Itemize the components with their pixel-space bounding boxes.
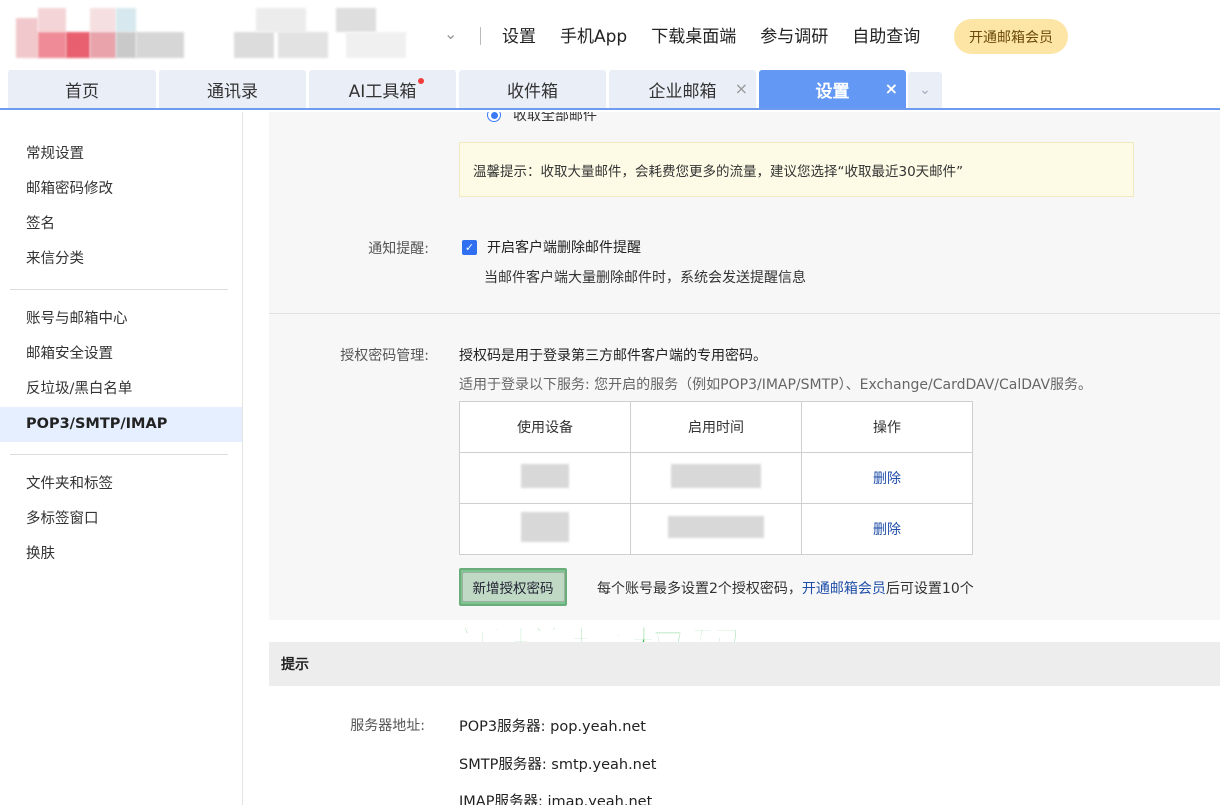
column-header-action: 操作 — [801, 401, 973, 453]
tab-label: 企业邮箱 — [648, 81, 717, 102]
add-auth-code-label: 新增授权密码 — [461, 572, 565, 602]
tab-label: 首页 — [65, 81, 99, 102]
auth-note: 适用于登录以下服务: 您开启的服务（例如POP3/IMAP/SMTP）、Exch… — [459, 377, 1093, 393]
tab-label: 设置 — [815, 81, 850, 102]
blurred-logo — [16, 8, 426, 60]
hint-title: 提示 — [281, 657, 309, 673]
blurred-device — [521, 464, 569, 488]
sidebar-item-password-change[interactable]: 邮箱密码修改 — [0, 172, 242, 207]
fetch-all-option[interactable]: 收取全部邮件 — [487, 112, 597, 125]
time-cell — [630, 503, 802, 555]
table-header-row: 使用设备 启用时间 操作 — [459, 401, 973, 453]
device-cell — [459, 452, 631, 504]
radio-selected-icon[interactable] — [487, 112, 501, 122]
header-link-self-service[interactable]: 自助查询 — [852, 22, 920, 47]
sidebar-item-signature[interactable]: 签名 — [0, 207, 242, 242]
column-header-enabled-time: 启用时间 — [630, 401, 802, 453]
top-bar: ⌄ 设置 手机App 下载桌面端 参与调研 自助查询 开通邮箱会员 — [0, 0, 1220, 70]
tab-settings[interactable]: 设置 × — [759, 70, 906, 108]
notification-dot-icon — [418, 78, 424, 84]
header-link-survey[interactable]: 参与调研 — [760, 22, 828, 47]
sidebar-item-skin[interactable]: 换肤 — [0, 537, 242, 572]
close-icon[interactable]: × — [735, 79, 748, 98]
vip-link[interactable]: 开通邮箱会员 — [802, 581, 886, 597]
pop3-server: POP3服务器: pop.yeah.net — [459, 719, 646, 735]
checkbox-checked-icon[interactable]: ✓ — [462, 239, 477, 255]
column-header-device: 使用设备 — [459, 401, 631, 453]
delete-link[interactable]: 删除 — [873, 471, 901, 487]
sidebar-item-antispam[interactable]: 反垃圾/黑白名单 — [0, 372, 242, 407]
chevron-down-icon[interactable]: ⌄ — [444, 24, 457, 43]
tab-label: 收件箱 — [507, 81, 558, 102]
header-divider — [480, 27, 481, 45]
more-tabs-chevron-icon[interactable]: ⌄ — [908, 72, 942, 108]
blurred-time — [668, 516, 764, 538]
blurred-time — [671, 464, 761, 488]
delete-link[interactable]: 删除 — [873, 522, 901, 538]
action-cell: 删除 — [801, 503, 973, 555]
tab-bar: 首页 通讯录 AI工具箱 收件箱 企业邮箱 × 设置 × ⌄ — [0, 70, 1220, 110]
header-link-settings[interactable]: 设置 — [502, 22, 536, 47]
notify-subtext: 当邮件客户端大量删除邮件时，系统会发送提醒信息 — [484, 270, 806, 286]
sidebar-item-account-center[interactable]: 账号与邮箱中心 — [0, 302, 242, 337]
settings-sidebar: 常规设置 邮箱密码修改 签名 来信分类 账号与邮箱中心 邮箱安全设置 反垃圾/黑… — [0, 112, 243, 805]
auth-code-table: 使用设备 启用时间 操作 删除 删除 — [459, 401, 973, 555]
table-row: 删除 — [459, 503, 973, 555]
auth-limit-text-after: 后可设置10个 — [885, 581, 974, 597]
auth-limit-text: 每个账号最多设置2个授权密码， — [597, 581, 802, 597]
smtp-server: SMTP服务器: smtp.yeah.net — [459, 757, 657, 773]
sidebar-item-mail-classification[interactable]: 来信分类 — [0, 242, 242, 277]
close-icon[interactable]: × — [885, 79, 898, 98]
tab-enterprise-mail[interactable]: 企业邮箱 × — [609, 70, 756, 108]
sidebar-group-general: 常规设置 邮箱密码修改 签名 来信分类 — [0, 137, 242, 277]
sidebar-item-security[interactable]: 邮箱安全设置 — [0, 337, 242, 372]
action-cell: 删除 — [801, 452, 973, 504]
notify-label: 通知提醒: — [368, 241, 429, 257]
time-cell — [630, 452, 802, 504]
hint-section-header: 提示 — [269, 642, 1220, 686]
tab-inbox[interactable]: 收件箱 — [459, 70, 606, 108]
sidebar-group-account: 账号与邮箱中心 邮箱安全设置 反垃圾/黑白名单 POP3/SMTP/IMAP — [0, 302, 242, 442]
imap-server: IMAP服务器: imap.yeah.net — [459, 794, 653, 805]
sidebar-item-pop3-smtp-imap[interactable]: POP3/SMTP/IMAP — [0, 407, 242, 442]
sidebar-divider — [10, 454, 228, 455]
auth-label: 授权密码管理: — [340, 348, 429, 364]
settings-panel: 收取全部邮件 温馨提示：收取大量邮件，会耗费您更多的流量，建议您选择“收取最近3… — [269, 112, 1220, 620]
tab-contacts[interactable]: 通讯录 — [159, 70, 306, 108]
tab-label: AI工具箱 — [348, 81, 417, 102]
section-divider — [269, 313, 1220, 314]
server-address-label: 服务器地址: — [350, 718, 425, 734]
notify-checkbox-row[interactable]: ✓ 开启客户端删除邮件提醒 — [462, 237, 641, 257]
fetch-tip-text: 温馨提示：收取大量邮件，会耗费您更多的流量，建议您选择“收取最近30天邮件” — [473, 163, 964, 180]
tab-home[interactable]: 首页 — [8, 70, 156, 108]
radio-label: 收取全部邮件 — [513, 112, 597, 124]
header-links: 设置 手机App 下载桌面端 参与调研 自助查询 — [502, 22, 920, 47]
sidebar-group-other: 文件夹和标签 多标签窗口 换肤 — [0, 467, 242, 572]
sidebar-divider — [10, 289, 228, 290]
sidebar-item-folders-labels[interactable]: 文件夹和标签 — [0, 467, 242, 502]
settings-main: 收取全部邮件 温馨提示：收取大量邮件，会耗费您更多的流量，建议您选择“收取最近3… — [244, 112, 1220, 805]
sidebar-item-multi-tab[interactable]: 多标签窗口 — [0, 502, 242, 537]
table-row: 删除 — [459, 452, 973, 504]
header-link-mobile-app[interactable]: 手机App — [560, 22, 627, 47]
device-cell — [459, 503, 631, 555]
auth-limit-note: 每个账号最多设置2个授权密码，开通邮箱会员后可设置10个 — [597, 578, 974, 598]
auth-description: 授权码是用于登录第三方邮件客户端的专用密码。 — [459, 348, 767, 364]
tab-ai-tools[interactable]: AI工具箱 — [309, 70, 456, 108]
fetch-tip: 温馨提示：收取大量邮件，会耗费您更多的流量，建议您选择“收取最近30天邮件” — [459, 142, 1134, 197]
add-auth-code-button[interactable]: 新增授权密码 — [459, 568, 567, 606]
tab-label: 通讯录 — [207, 81, 258, 102]
vip-button[interactable]: 开通邮箱会员 — [954, 19, 1068, 54]
header-link-download-desktop[interactable]: 下载桌面端 — [651, 22, 736, 47]
sidebar-item-general-settings[interactable]: 常规设置 — [0, 137, 242, 172]
blurred-device — [521, 512, 569, 542]
notify-checkbox-label: 开启客户端删除邮件提醒 — [487, 240, 641, 256]
